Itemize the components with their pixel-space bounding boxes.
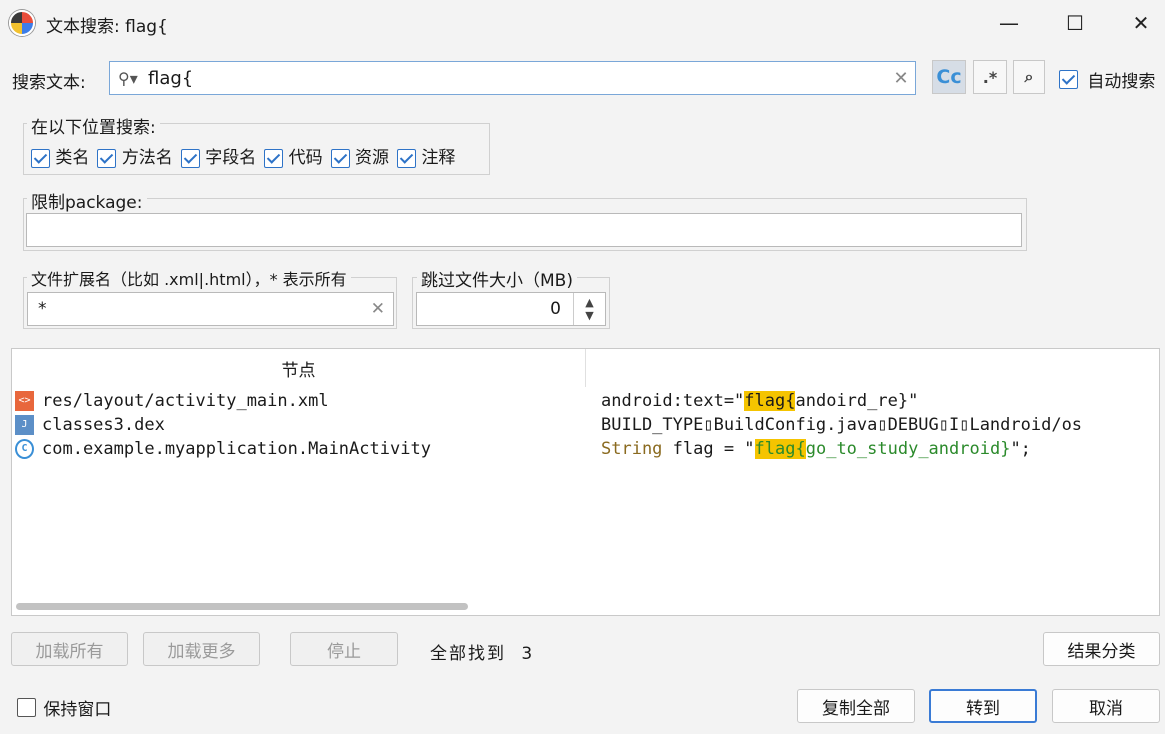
keep-window-checkbox[interactable]: 保持窗口 bbox=[17, 695, 111, 720]
auto-search-label: 自动搜索 bbox=[1087, 72, 1156, 92]
load-more-button[interactable]: 加载更多 bbox=[143, 632, 260, 666]
scope-option-resource[interactable]: 资源 bbox=[330, 143, 389, 168]
dex-file-icon: J bbox=[15, 415, 34, 435]
xml-resource-icon: <> bbox=[15, 391, 34, 411]
file-ext-title: 文件扩展名（比如 .xml|.html），* 表示所有 bbox=[27, 266, 351, 290]
search-value[interactable]: flag{ bbox=[148, 68, 887, 89]
checkbox-icon bbox=[397, 148, 417, 168]
found-summary: 全部找到 3 bbox=[430, 639, 534, 664]
class-icon: C bbox=[15, 439, 34, 459]
scope-option-field[interactable]: 字段名 bbox=[180, 143, 256, 168]
checkbox-icon bbox=[264, 148, 284, 168]
clear-search-icon[interactable]: ✕ bbox=[887, 68, 915, 89]
whole-word-button[interactable]: ⌕ bbox=[1013, 60, 1045, 94]
horizontal-scrollbar[interactable] bbox=[16, 603, 468, 610]
file-ext-input[interactable]: * ✕ bbox=[27, 292, 394, 326]
maximize-button[interactable]: ☐ bbox=[1052, 8, 1098, 38]
skip-size-title: 跳过文件大小（MB) bbox=[417, 266, 577, 291]
checkbox-icon bbox=[1059, 70, 1078, 89]
regex-button[interactable]: .* bbox=[973, 60, 1007, 94]
match-case-button[interactable]: Cc bbox=[932, 60, 966, 94]
keep-window-label: 保持窗口 bbox=[43, 700, 112, 720]
found-label: 全部找到 bbox=[430, 644, 506, 664]
checkbox-icon bbox=[17, 698, 36, 717]
code-snippet: BUILD_TYPE▯BuildConfig.java▯DEBUG▯I▯Land… bbox=[601, 415, 1083, 435]
chevron-down-icon[interactable]: ▼ bbox=[585, 309, 593, 322]
package-input[interactable] bbox=[26, 213, 1022, 247]
checkbox-icon bbox=[97, 148, 117, 168]
stop-button[interactable]: 停止 bbox=[290, 632, 398, 666]
scope-options: 类名 方法名 字段名 代码 资源 注释 bbox=[31, 143, 455, 168]
copy-all-button[interactable]: 复制全部 bbox=[797, 689, 915, 723]
column-header-node[interactable]: 节点 bbox=[12, 349, 586, 387]
table-row[interactable]: <> res/layout/activity_main.xml android:… bbox=[12, 389, 1159, 413]
checkbox-icon bbox=[180, 148, 200, 168]
scope-option-method[interactable]: 方法名 bbox=[97, 143, 173, 168]
skip-size-spinner[interactable]: 0 ▲ ▼ bbox=[416, 292, 606, 326]
auto-search-checkbox[interactable]: 自动搜索 bbox=[1059, 67, 1155, 92]
checkbox-icon bbox=[330, 148, 350, 168]
file-ext-value: * bbox=[38, 299, 47, 319]
found-count: 3 bbox=[521, 644, 535, 664]
checkbox-icon bbox=[31, 148, 50, 168]
minimize-button[interactable]: — bbox=[986, 8, 1032, 38]
code-snippet: String flag = "flag{go_to_study_android}… bbox=[601, 439, 1031, 459]
scope-option-class[interactable]: 类名 bbox=[31, 143, 89, 168]
code-snippet: android:text="flag{andoird_re}" bbox=[601, 391, 919, 411]
spinner-arrows[interactable]: ▲ ▼ bbox=[573, 293, 605, 325]
close-button[interactable]: ✕ bbox=[1118, 8, 1164, 38]
goto-button[interactable]: 转到 bbox=[929, 689, 1037, 723]
search-input[interactable]: ⚲▾ flag{ ✕ bbox=[109, 61, 916, 95]
column-header-code[interactable] bbox=[586, 349, 1159, 387]
results-table: 节点 <> res/layout/activity_main.xml andro… bbox=[11, 348, 1160, 616]
search-label: 搜索文本: bbox=[12, 73, 86, 93]
scope-title: 在以下位置搜索: bbox=[27, 113, 160, 138]
scope-option-code[interactable]: 代码 bbox=[264, 143, 323, 168]
cancel-button[interactable]: 取消 bbox=[1052, 689, 1160, 723]
table-row[interactable]: J classes3.dex BUILD_TYPE▯BuildConfig.ja… bbox=[12, 413, 1159, 437]
scope-option-comment[interactable]: 注释 bbox=[397, 143, 455, 168]
clear-ext-icon[interactable]: ✕ bbox=[371, 299, 385, 319]
package-title: 限制package: bbox=[27, 188, 147, 213]
table-row[interactable]: C com.example.myapplication.MainActivity… bbox=[12, 437, 1159, 461]
load-all-button[interactable]: 加载所有 bbox=[11, 632, 128, 666]
app-logo-icon bbox=[9, 10, 35, 36]
window-title: 文本搜索: flag{ bbox=[46, 17, 168, 37]
search-icon: ⚲▾ bbox=[118, 68, 138, 88]
chevron-up-icon[interactable]: ▲ bbox=[585, 296, 593, 309]
group-results-button[interactable]: 结果分类 bbox=[1043, 632, 1160, 666]
skip-size-value: 0 bbox=[550, 299, 561, 319]
